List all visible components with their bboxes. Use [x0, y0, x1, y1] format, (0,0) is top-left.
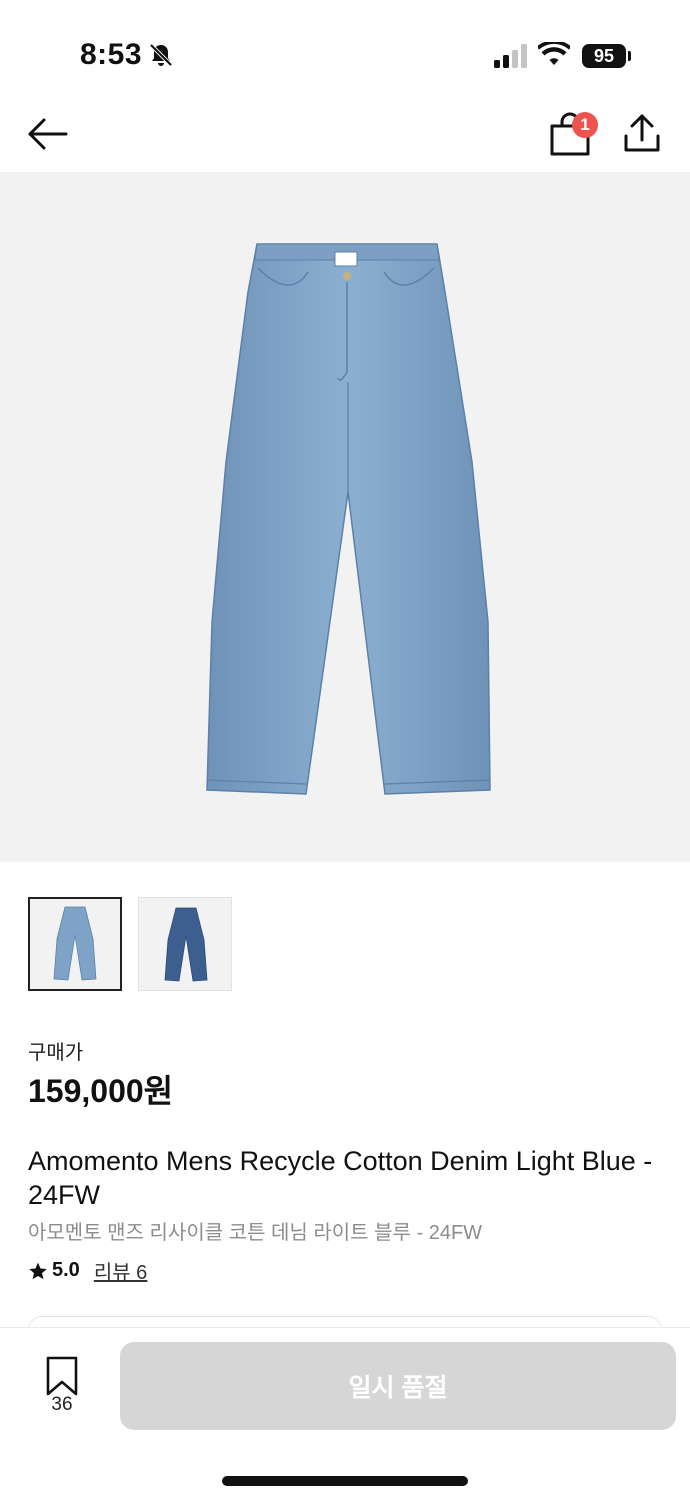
back-arrow-icon[interactable] — [26, 114, 70, 154]
bookmark-count: 36 — [51, 1394, 73, 1415]
battery-indicator: 95 — [582, 44, 626, 68]
sold-out-button[interactable]: 일시 품절 — [120, 1342, 676, 1430]
status-time: 8:53 — [80, 38, 143, 71]
product-subtitle: 아모멘토 맨즈 리사이클 코튼 데님 라이트 블루 - 24FW — [28, 1222, 483, 1244]
thumbnail-dark-blue[interactable] — [138, 897, 232, 991]
product-main-image[interactable] — [0, 172, 690, 862]
star-icon — [29, 1262, 47, 1279]
wifi-icon — [538, 42, 570, 65]
rating-row: 5.0 리뷰 6 — [28, 1256, 147, 1285]
thumbnail-dark-jeans-image — [164, 907, 208, 982]
share-icon[interactable] — [622, 114, 662, 154]
battery-level: 95 — [593, 45, 615, 66]
bookmark-icon[interactable] — [44, 1356, 80, 1396]
jeans-illustration — [206, 243, 491, 795]
battery-cap — [628, 51, 631, 61]
review-count-link[interactable]: 리뷰 6 — [94, 1256, 147, 1285]
status-bar: 8:53 95 — [0, 0, 690, 96]
bell-off-icon — [149, 43, 173, 67]
product-price: 159,000원 — [28, 1073, 174, 1109]
thumbnail-light-jeans-image — [53, 906, 97, 981]
product-title: Amomento Mens Recycle Cotton Denim Light… — [28, 1146, 653, 1210]
price-label: 구매가 — [28, 1042, 84, 1064]
thumbnail-light-blue[interactable] — [28, 897, 122, 991]
signal-icon — [494, 44, 527, 68]
cart-count-badge: 1 — [572, 112, 598, 138]
rating-value: 5.0 — [52, 1259, 80, 1281]
home-indicator — [222, 1476, 468, 1486]
